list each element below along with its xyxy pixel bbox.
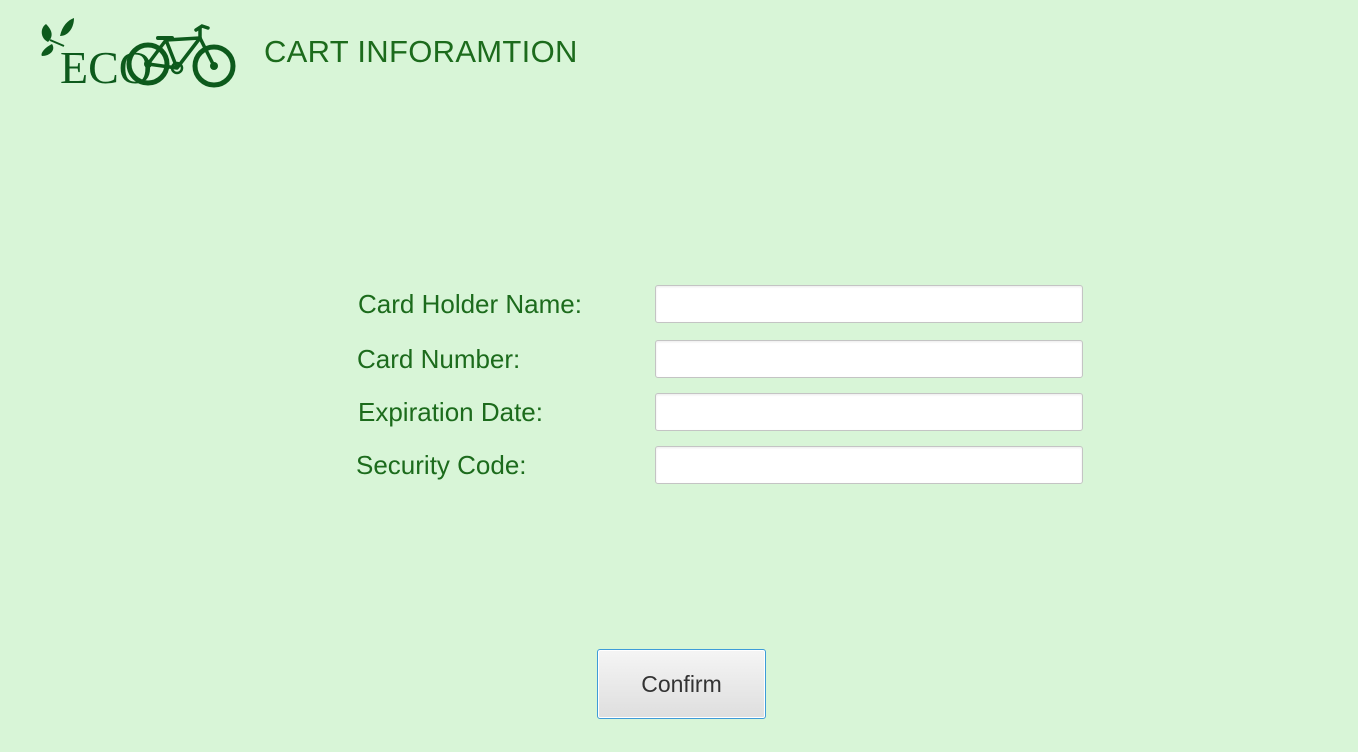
card-number-row: Card Number: [0, 340, 1358, 380]
page-title: CART INFORAMTION [264, 34, 578, 69]
card-holder-name-input[interactable] [655, 285, 1083, 323]
card-number-input[interactable] [655, 340, 1083, 378]
card-holder-name-row: Card Holder Name: [0, 285, 1358, 325]
expiration-date-label: Expiration Date: [358, 397, 543, 427]
eco-bicycle-leaf-icon: ECO [41, 18, 236, 88]
eco-logo: ECO [38, 16, 238, 88]
security-code-label: Security Code: [356, 450, 527, 480]
card-holder-name-label: Card Holder Name: [358, 289, 582, 319]
security-code-input[interactable] [655, 446, 1083, 484]
expiration-date-row: Expiration Date: [0, 393, 1358, 433]
security-code-row: Security Code: [0, 446, 1358, 486]
expiration-date-input[interactable] [655, 393, 1083, 431]
confirm-button[interactable]: Confirm [597, 649, 766, 719]
card-number-label: Card Number: [357, 344, 521, 374]
